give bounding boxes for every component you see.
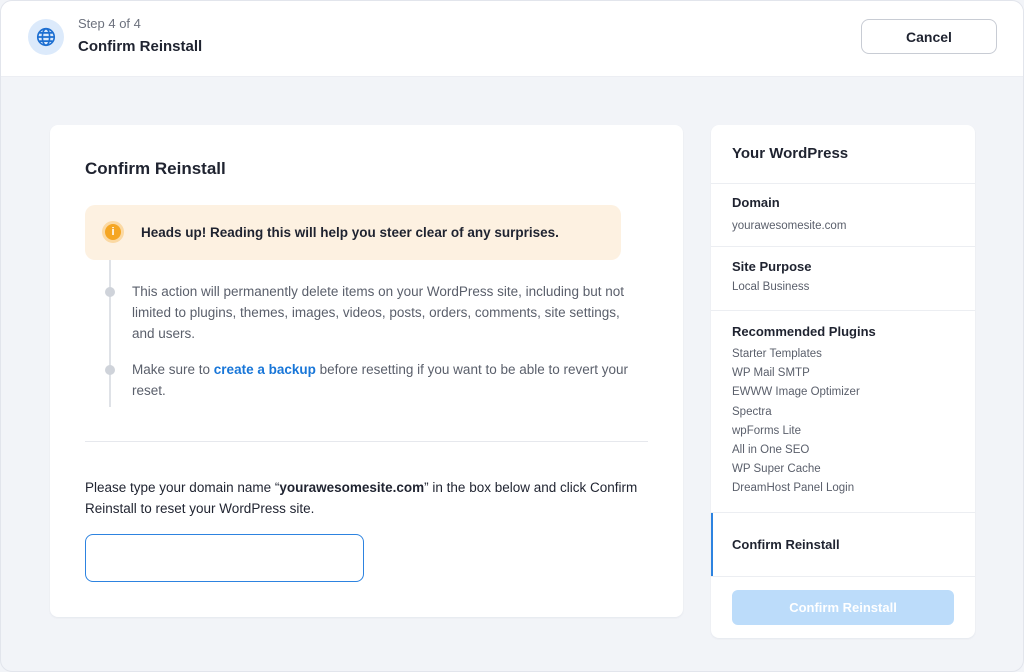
bullet-dot [105,287,115,297]
create-backup-link[interactable]: create a backup [214,362,316,377]
wordpress-summary-sidebar: Your WordPress Domain yourawesomesite.co… [711,125,975,638]
domain-instruction: Please type your domain name “yourawesom… [85,477,650,519]
bullet-dot [105,365,115,375]
list-item: WP Super Cache [732,463,821,476]
app-window: Step 4 of 4 Confirm Reinstall Cancel Con… [0,0,1024,672]
recommended-plugins-label: Recommended Plugins [732,324,876,339]
sidebar-divider [711,183,975,184]
site-purpose-label: Site Purpose [732,259,812,274]
page-title: Confirm Reinstall [85,159,226,178]
globe-icon [28,19,64,55]
info-icon: i [102,221,124,243]
active-step-label: Confirm Reinstall [732,537,840,552]
instruction-domain: yourawesomesite.com [279,480,425,495]
active-step-indicator [711,513,713,576]
backup-text-before: Make sure to [132,362,214,377]
step-indicator: Step 4 of 4 [78,16,141,31]
header: Step 4 of 4 Confirm Reinstall Cancel [1,1,1023,77]
instruction-before: Please type your domain name “ [85,480,280,495]
warning-timeline [109,260,111,407]
domain-value: yourawesomesite.com [732,220,847,232]
list-item: Starter Templates [732,348,822,360]
list-item: EWWW Image Optimizer [732,386,860,399]
domain-label: Domain [732,195,780,210]
domain-confirm-input[interactable] [85,534,364,582]
heads-up-alert: i Heads up! Reading this will help you s… [85,205,621,260]
sidebar-divider [711,310,975,311]
list-item: WP Mail SMTP [732,367,810,380]
sidebar-title: Your WordPress [732,145,849,162]
list-item: All in One SEO [732,443,810,456]
cancel-button[interactable]: Cancel [861,19,997,54]
confirm-reinstall-panel: Confirm Reinstall i Heads up! Reading th… [50,125,683,617]
site-purpose-value: Local Business [732,281,810,293]
sidebar-divider [711,246,975,247]
alert-text: Heads up! Reading this will help you ste… [141,225,559,240]
warning-item-delete: This action will permanently delete item… [132,284,624,341]
plugin-list: Starter Templates WP Mail SMTP EWWW Imag… [732,345,860,499]
sidebar-step-confirm-reinstall: Confirm Reinstall [711,513,975,576]
header-title: Confirm Reinstall [78,38,203,55]
warning-item-backup: Make sure to create a backup before rese… [132,359,632,401]
confirm-reinstall-button[interactable]: Confirm Reinstall [732,590,954,625]
list-item: DreamHost Panel Login [732,482,855,495]
list-item: wpForms Lite [732,424,802,437]
list-item: Spectra [732,405,772,418]
divider [85,441,648,442]
sidebar-divider [711,576,975,577]
